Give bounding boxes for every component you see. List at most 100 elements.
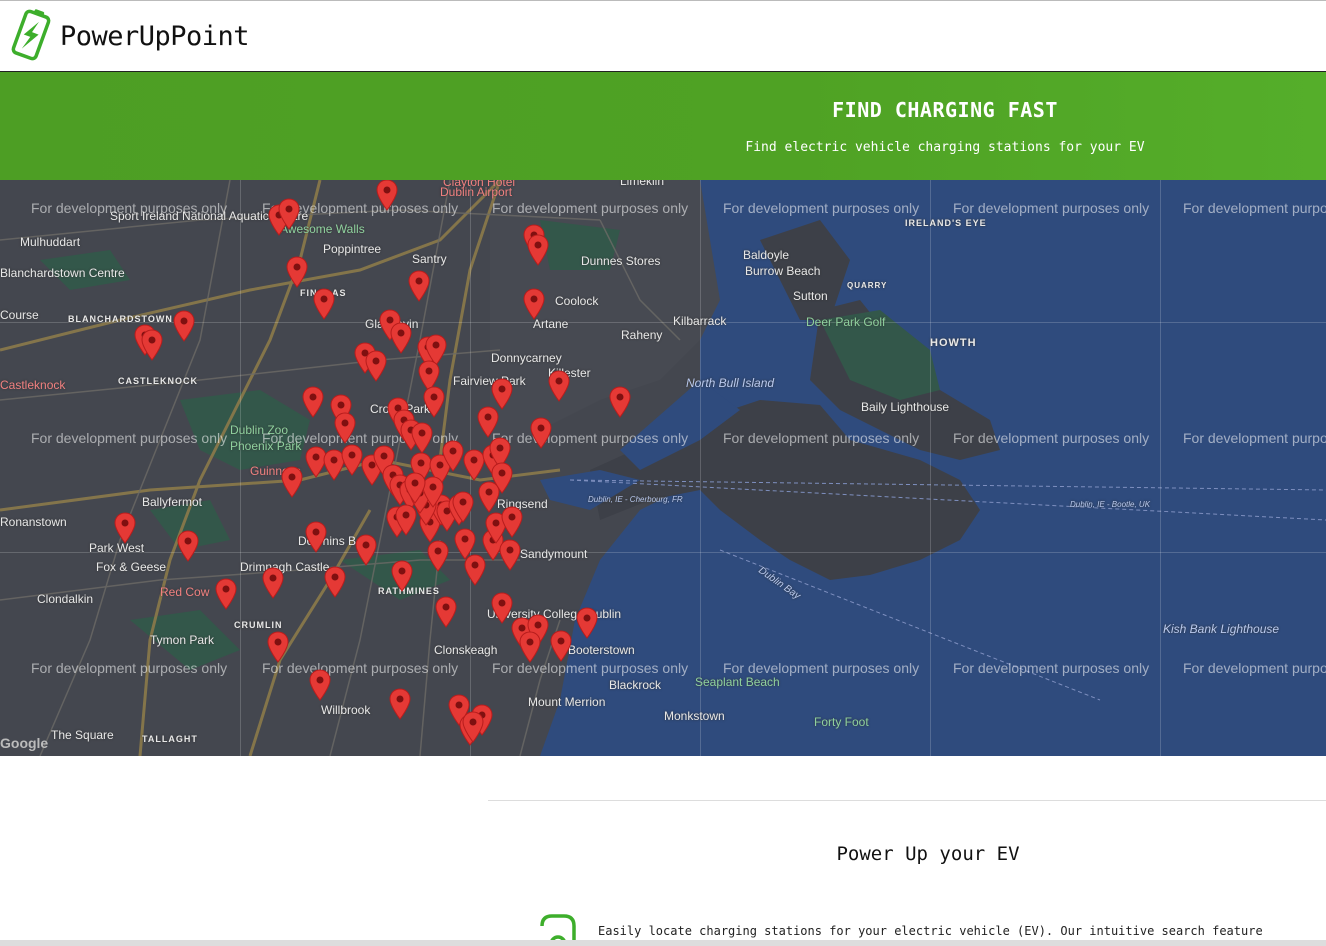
map-label: Donnycarney <box>491 351 562 365</box>
charging-station-pin-icon[interactable] <box>313 288 335 320</box>
charging-station-pin-icon[interactable] <box>477 406 499 438</box>
dev-watermark: For development purposes only <box>31 660 228 676</box>
map-label: Tymon Park <box>150 633 215 647</box>
charging-station-pin-icon[interactable] <box>499 539 521 571</box>
charging-station-pin-icon[interactable] <box>262 567 284 599</box>
dev-watermark: For development purposes only <box>723 200 920 216</box>
map-label: TALLAGHT <box>142 734 198 744</box>
charging-station-pin-icon[interactable] <box>435 596 457 628</box>
map-label: Mulhuddart <box>20 235 81 249</box>
map-label: Sutton <box>793 289 828 303</box>
charging-station-pin-icon[interactable] <box>334 412 356 444</box>
map-tile-edge <box>700 180 701 756</box>
charging-station-pin-icon[interactable] <box>305 521 327 553</box>
charging-station-pin-icon[interactable] <box>177 530 199 562</box>
charging-station-pin-icon[interactable] <box>478 481 500 513</box>
charging-station-pin-icon[interactable] <box>376 180 398 211</box>
charging-station-pin-icon[interactable] <box>530 417 552 449</box>
horizontal-scrollbar[interactable] <box>0 940 1326 946</box>
map-label: Blanchardstown Centre <box>0 266 125 280</box>
charging-station-pin-icon[interactable] <box>281 466 303 498</box>
charging-station-pin-icon[interactable] <box>389 688 411 720</box>
map-label: Sandymount <box>520 547 588 561</box>
map-tile-edge <box>0 322 1326 323</box>
dev-watermark: For development purposes only <box>1183 430 1326 446</box>
charging-station-pin-icon[interactable] <box>365 350 387 382</box>
hero-subtitle: Find electric vehicle charging stations … <box>745 140 1145 155</box>
map-label: Baily Lighthouse <box>861 400 950 414</box>
map-label: HOWTH <box>930 337 977 349</box>
map-label: IRELAND'S EYE <box>905 218 987 228</box>
charging-station-pin-icon[interactable] <box>341 444 363 476</box>
map-label: Seaplant Beach <box>695 675 780 689</box>
map-label: Booterstown <box>568 643 635 657</box>
map-label: Forty Foot <box>814 715 869 729</box>
charging-station-pin-icon[interactable] <box>302 386 324 418</box>
dev-watermark: For development purposes only <box>953 660 1150 676</box>
map-label: Course <box>0 308 39 322</box>
map-label: Castleknock <box>0 378 66 392</box>
map-label: Deer Park Golf <box>806 315 886 329</box>
charging-station-pin-icon[interactable] <box>411 422 433 454</box>
map-label: Red Cow <box>160 585 210 599</box>
charging-stations-map[interactable]: Sport Ireland National Aquatic Centre Mu… <box>0 180 1326 756</box>
charging-station-pin-icon[interactable] <box>609 386 631 418</box>
charging-station-pin-icon[interactable] <box>519 631 541 663</box>
map-label: Fairview Park <box>453 374 526 388</box>
charging-station-pin-icon[interactable] <box>548 370 570 402</box>
feature-description: Easily locate charging stations for your… <box>598 924 1263 938</box>
map-tile-edge <box>930 180 931 756</box>
map-label: Drimnagh Castle <box>240 560 330 574</box>
charging-station-pin-icon[interactable] <box>391 560 413 592</box>
dev-watermark: For development purposes only <box>31 200 228 216</box>
dev-watermark: For development purposes only <box>492 430 689 446</box>
map-label: Fox & Geese <box>96 560 167 574</box>
charging-station-pin-icon[interactable] <box>286 256 308 288</box>
charging-station-pin-icon[interactable] <box>523 288 545 320</box>
charging-station-pin-icon[interactable] <box>550 630 572 662</box>
charging-station-pin-icon[interactable] <box>309 669 331 701</box>
charging-station-pin-icon[interactable] <box>278 198 300 230</box>
battery-bolt-icon[interactable] <box>8 7 54 63</box>
charging-station-pin-icon[interactable] <box>442 440 464 472</box>
map-label: CRUMLIN <box>234 620 283 630</box>
hero-title: FIND CHARGING FAST <box>832 98 1058 122</box>
map-label: Dublin, IE - Bootle, UK <box>1070 500 1151 509</box>
map-tile-edge <box>1160 180 1161 756</box>
map-label: Blackrock <box>609 678 662 692</box>
charging-station-pin-icon[interactable] <box>462 711 484 743</box>
map-label: QUARRY <box>847 281 888 290</box>
charging-station-pin-icon[interactable] <box>423 386 445 418</box>
charging-station-pin-icon[interactable] <box>501 506 523 538</box>
dev-watermark: For development purposes only <box>31 430 228 446</box>
charging-station-pin-icon[interactable] <box>390 322 412 354</box>
charging-station-pin-icon[interactable] <box>324 566 346 598</box>
map-label: Ballyfermot <box>142 495 203 509</box>
charging-station-pin-icon[interactable] <box>355 534 377 566</box>
google-logo: Google <box>0 735 49 751</box>
charging-station-pin-icon[interactable] <box>404 472 426 504</box>
map-label: Mount Merrion <box>528 695 606 709</box>
charging-station-pin-icon[interactable] <box>114 512 136 544</box>
dev-watermark: For development purposes only <box>262 660 459 676</box>
dev-watermark: For development purposes only <box>1183 660 1326 676</box>
charging-station-pin-icon[interactable] <box>491 592 513 624</box>
charging-station-pin-icon[interactable] <box>141 329 163 361</box>
dev-watermark: For development purposes only <box>953 200 1150 216</box>
charging-station-pin-icon[interactable] <box>173 310 195 342</box>
charging-station-pin-icon[interactable] <box>267 631 289 663</box>
charging-station-pin-icon[interactable] <box>215 578 237 610</box>
dev-watermark: For development purposes only <box>953 430 1150 446</box>
charging-station-pin-icon[interactable] <box>527 234 549 266</box>
map-label: Clayton Hotel <box>443 180 516 189</box>
charging-station-pin-icon[interactable] <box>452 491 474 523</box>
charging-station-pin-icon[interactable] <box>427 540 449 572</box>
map-label: Dublin, IE - Cherbourg, FR <box>588 495 683 504</box>
charging-station-pin-icon[interactable] <box>408 270 430 302</box>
dev-watermark: For development purposes only <box>1183 200 1326 216</box>
hero-banner: FIND CHARGING FAST Find electric vehicle… <box>0 72 1326 180</box>
charging-station-pin-icon[interactable] <box>576 607 598 639</box>
charging-station-pin-icon[interactable] <box>491 378 513 410</box>
dev-watermark: For development purposes only <box>723 430 920 446</box>
brand-name[interactable]: PowerUpPoint <box>60 21 250 52</box>
